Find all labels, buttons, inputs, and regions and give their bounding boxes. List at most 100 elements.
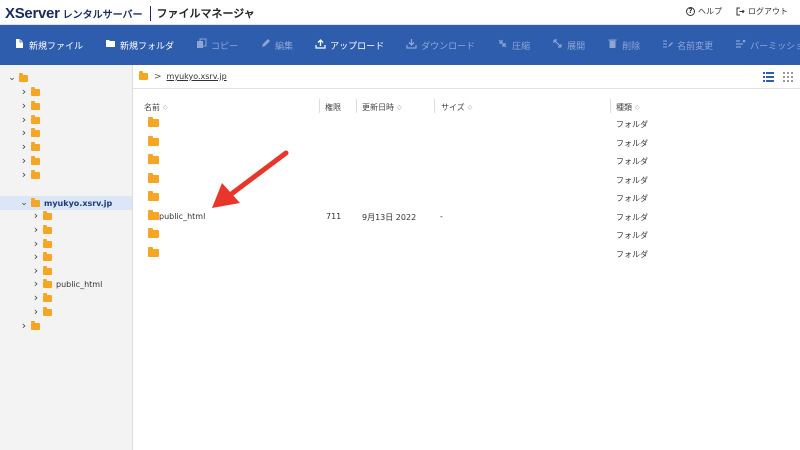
file-name: public_html xyxy=(159,212,206,221)
toolbar-button-label: 編集 xyxy=(275,41,294,52)
brand-divider xyxy=(149,5,151,21)
chevron-right-icon[interactable]: › xyxy=(32,210,40,221)
toolbar-button-trash[interactable]: 削除 xyxy=(607,38,640,52)
table-row[interactable]: フォルダ xyxy=(133,225,800,243)
folder-icon xyxy=(43,278,52,288)
column-header-permission-label: 権限 xyxy=(325,102,341,112)
toolbar-button-download[interactable]: ダウンロード xyxy=(406,38,475,52)
tree-item[interactable]: › xyxy=(20,99,44,113)
toolbar-button-copy[interactable]: コピー xyxy=(196,38,238,52)
list-view-button[interactable] xyxy=(762,70,775,83)
tree-item[interactable]: › xyxy=(32,237,56,251)
chevron-right-icon[interactable]: › xyxy=(32,265,40,276)
chevron-right-icon[interactable]: › xyxy=(20,141,28,152)
tree-item[interactable]: › xyxy=(20,140,44,154)
tree-item[interactable]: › xyxy=(20,85,44,99)
chevron-right-icon[interactable]: › xyxy=(32,238,40,249)
folder-icon xyxy=(148,247,159,257)
toolbar-button-label: アップロード xyxy=(330,41,385,52)
help-link[interactable]: ? ヘルプ xyxy=(686,6,722,17)
sort-icon: ◇ xyxy=(635,103,640,111)
folder-icon xyxy=(148,191,159,201)
tree-item[interactable]: ⌄ myukyo.xsrv.jp xyxy=(0,196,132,210)
toolbar-button-expand[interactable]: 展開 xyxy=(552,38,585,52)
tree-item[interactable]: › xyxy=(32,209,56,223)
tree-item[interactable]: › xyxy=(32,305,56,319)
file-kind: フォルダ xyxy=(616,250,648,259)
toolbar-button-new-folder[interactable]: 新規フォルダ xyxy=(105,38,174,52)
chevron-right-icon[interactable]: › xyxy=(20,100,28,111)
chevron-right-icon[interactable]: › xyxy=(32,224,40,235)
tree-item[interactable]: › xyxy=(20,168,44,182)
tree-item[interactable]: › public_html xyxy=(32,277,103,291)
toolbar-button-upload[interactable]: アップロード xyxy=(315,38,384,52)
chevron-right-icon[interactable]: › xyxy=(32,251,40,262)
folder-icon xyxy=(43,251,52,261)
column-header-permission[interactable]: 権限 xyxy=(325,101,341,113)
toolbar: 新規ファイル 新規フォルダ コピー 編集 アップロード ダウンロード 圧縮 展開 削除 名前変更 パ… xyxy=(0,25,800,65)
table-row[interactable]: フォルダ xyxy=(133,114,800,132)
new-folder-icon xyxy=(105,38,116,52)
column-divider[interactable] xyxy=(356,99,357,113)
column-header-name[interactable]: 名前 ◇ xyxy=(144,101,168,113)
chevron-right-icon[interactable]: › xyxy=(20,155,28,166)
breadcrumb-item-current[interactable]: myukyo.xsrv.jp xyxy=(167,72,227,81)
tree-item[interactable]: › xyxy=(20,154,44,168)
chevron-right-icon[interactable]: › xyxy=(20,127,28,138)
column-header-size[interactable]: サイズ ◇ xyxy=(441,101,472,113)
chevron-right-icon[interactable]: › xyxy=(32,306,40,317)
folder-icon xyxy=(31,100,40,110)
grid-view-button[interactable] xyxy=(781,70,794,83)
toolbar-button-pencil[interactable]: 編集 xyxy=(260,38,293,52)
table-row[interactable]: フォルダ xyxy=(133,151,800,169)
file-permission: 711 xyxy=(326,212,342,221)
compress-icon xyxy=(497,38,508,52)
tree-item[interactable]: › xyxy=(20,113,44,127)
toolbar-button-label: 新規フォルダ xyxy=(120,41,175,52)
chevron-right-icon[interactable]: › xyxy=(32,292,40,303)
new-file-icon xyxy=(14,38,25,52)
tree-item[interactable]: › xyxy=(32,291,56,305)
toolbar-button-label: ダウンロード xyxy=(421,41,476,52)
column-divider[interactable] xyxy=(319,99,320,113)
file-kind: フォルダ xyxy=(616,231,648,240)
column-header-kind[interactable]: 種類 ◇ xyxy=(616,101,640,113)
toolbar-button-rename[interactable]: 名前変更 xyxy=(662,38,713,52)
table-row[interactable]: フォルダ xyxy=(133,170,800,188)
file-kind: フォルダ xyxy=(616,139,648,148)
file-size: - xyxy=(440,212,443,221)
chevron-down-icon[interactable]: ⌄ xyxy=(20,199,28,208)
chevron-right-icon[interactable]: › xyxy=(20,86,28,97)
tree-item[interactable]: › xyxy=(32,264,56,278)
tree-item-label: public_html xyxy=(56,279,103,289)
tree-item[interactable]: › xyxy=(32,250,56,264)
tree-item[interactable]: › xyxy=(20,319,44,333)
toolbar-button-compress[interactable]: 圧縮 xyxy=(497,38,530,52)
column-divider[interactable] xyxy=(434,99,435,113)
file-kind: フォルダ xyxy=(616,176,648,185)
table-row[interactable]: フォルダ xyxy=(133,244,800,262)
page-title: ファイルマネージャ xyxy=(156,7,255,20)
table-row[interactable]: フォルダ xyxy=(133,133,800,151)
logout-link[interactable]: ログアウト xyxy=(736,6,788,17)
file-kind: フォルダ xyxy=(616,120,648,129)
tree-item[interactable]: ⌄ xyxy=(8,71,32,85)
column-header-modified[interactable]: 更新日時 ◇ xyxy=(362,101,402,113)
table-row[interactable]: フォルダ xyxy=(133,188,800,206)
folder-icon xyxy=(148,210,159,220)
chevron-right-icon[interactable]: › xyxy=(32,278,40,289)
tree-item[interactable]: › xyxy=(20,126,44,140)
toolbar-button-label: 新規ファイル xyxy=(29,41,84,52)
chevron-down-icon[interactable]: ⌄ xyxy=(8,74,16,83)
table-row[interactable]: public_html 711 9月13日 2022 - フォルダ xyxy=(133,207,800,225)
toolbar-button-permission[interactable]: パーミッション変更 xyxy=(735,38,800,52)
brand-logo[interactable]: XServer レンタルサーバー ファイルマネージャ xyxy=(5,4,255,22)
logout-label: ログアウト xyxy=(748,7,788,16)
chevron-right-icon[interactable]: › xyxy=(20,114,28,125)
chevron-right-icon[interactable]: › xyxy=(20,320,28,331)
chevron-right-icon[interactable]: › xyxy=(20,169,28,180)
folder-icon xyxy=(148,173,159,183)
column-divider[interactable] xyxy=(610,99,611,113)
tree-item[interactable]: › xyxy=(32,223,56,237)
toolbar-button-new-file[interactable]: 新規ファイル xyxy=(14,38,83,52)
